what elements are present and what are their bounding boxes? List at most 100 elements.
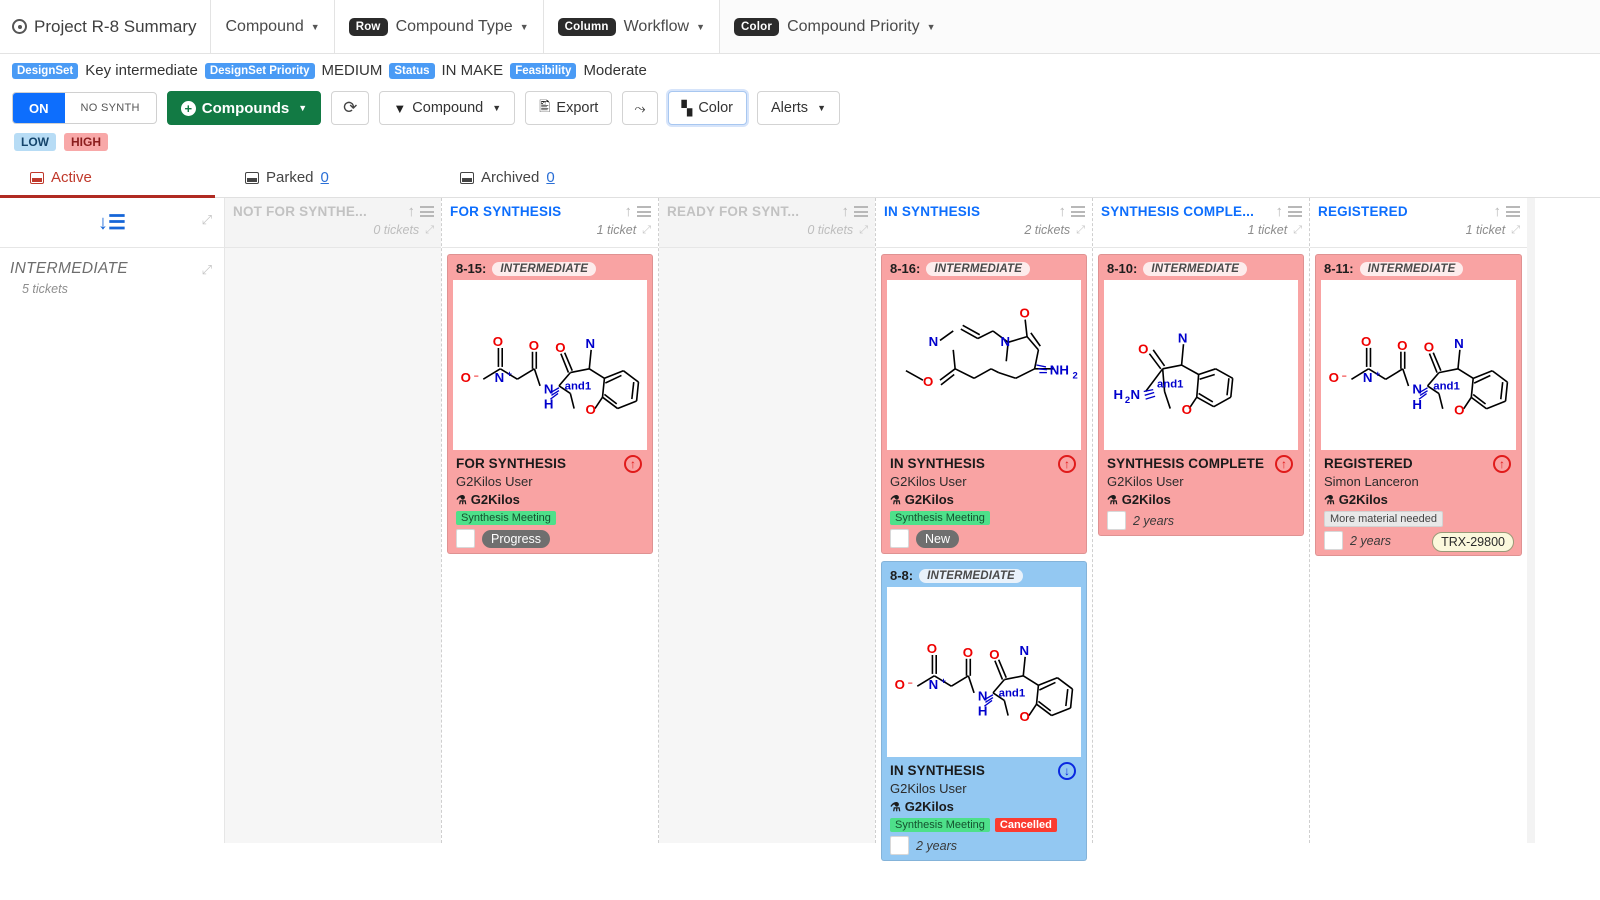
card-user: G2Kilos User bbox=[456, 474, 644, 489]
badge-new[interactable]: New bbox=[916, 530, 959, 548]
card-checkbox[interactable] bbox=[890, 529, 909, 548]
card-8-16[interactable]: 8-16: INTERMEDIATE bbox=[881, 254, 1087, 554]
priority-up-icon[interactable]: ↑ bbox=[1493, 455, 1511, 473]
filter-key-feasibility[interactable]: Feasibility bbox=[510, 63, 576, 79]
expand-icon[interactable]: ⤢ bbox=[202, 262, 212, 278]
filter-key-designset[interactable]: DesignSet bbox=[12, 63, 78, 79]
card-8-10[interactable]: 8-10: INTERMEDIATE bbox=[1098, 254, 1304, 536]
card-project-label: G2Kilos bbox=[471, 492, 520, 507]
compound-filter-button[interactable]: ▼ Compound ▼ bbox=[379, 91, 515, 125]
card-status: IN SYNTHESIS bbox=[890, 763, 1078, 778]
column-header[interactable]: IN SYNTHESIS ↑ 2 tickets ⤢ bbox=[876, 198, 1092, 248]
tab-archived[interactable]: Archived 0 bbox=[430, 161, 645, 198]
badge-synthesis-meeting[interactable]: Synthesis Meeting bbox=[890, 818, 990, 832]
molecule-svg: O O – N + O N H O N O an bbox=[453, 283, 647, 448]
svg-text:O: O bbox=[1361, 334, 1371, 349]
column-body[interactable]: 8-11: INTERMEDIATE bbox=[1310, 248, 1527, 843]
column-menu-icon[interactable] bbox=[1288, 204, 1302, 220]
expand-icon[interactable]: ⤢ bbox=[202, 212, 212, 228]
card-8-8[interactable]: 8-8: INTERMEDIATE bbox=[881, 561, 1087, 861]
column-menu-icon[interactable] bbox=[1506, 204, 1520, 220]
resize-icon[interactable]: ⤢ bbox=[642, 224, 651, 237]
legend-high[interactable]: HIGH bbox=[64, 133, 108, 151]
card-checkbox[interactable] bbox=[456, 529, 475, 548]
column-body[interactable]: 8-15: INTERMEDIATE bbox=[442, 248, 658, 843]
priority-up-icon[interactable]: ↑ bbox=[1058, 455, 1076, 473]
project-title-cell[interactable]: Project R-8 Summary bbox=[0, 0, 211, 53]
badge-more-material-needed[interactable]: More material needed bbox=[1324, 511, 1443, 527]
collapse-up-icon[interactable]: ↑ bbox=[408, 203, 416, 220]
collapse-up-icon[interactable]: ↑ bbox=[1494, 203, 1502, 220]
color-selector[interactable]: Color Compound Priority ▼ bbox=[720, 0, 949, 53]
svg-text:H: H bbox=[1412, 396, 1422, 411]
board-scrollbar[interactable] bbox=[1527, 198, 1535, 843]
column-menu-icon[interactable] bbox=[637, 204, 651, 220]
column-body[interactable] bbox=[225, 248, 441, 843]
resize-icon[interactable]: ⤢ bbox=[1293, 224, 1302, 237]
collapse-up-icon[interactable]: ↑ bbox=[1276, 203, 1284, 220]
column-menu-icon[interactable] bbox=[854, 204, 868, 220]
no-synth-toggle[interactable]: ON NO SYNTH bbox=[12, 92, 157, 124]
column-body[interactable] bbox=[659, 248, 875, 843]
collapse-up-icon[interactable]: ↑ bbox=[625, 203, 633, 220]
share-button[interactable]: ⤳ bbox=[622, 91, 657, 125]
priority-up-icon[interactable]: ↑ bbox=[1275, 455, 1293, 473]
target-icon bbox=[12, 19, 27, 34]
column-selector[interactable]: Column Workflow ▼ bbox=[544, 0, 720, 53]
svg-text:O: O bbox=[1019, 709, 1029, 724]
filter-value-status: IN MAKE bbox=[442, 62, 504, 79]
tab-parked-label: Parked bbox=[266, 169, 314, 186]
tab-parked-count[interactable]: 0 bbox=[321, 169, 329, 186]
card-checkbox[interactable] bbox=[1107, 511, 1126, 530]
column-header[interactable]: NOT FOR SYNTHE... ↑ 0 tickets ⤢ bbox=[225, 198, 441, 248]
column-header[interactable]: READY FOR SYNT... ↑ 0 tickets ⤢ bbox=[659, 198, 875, 248]
column-body[interactable]: 8-16: INTERMEDIATE bbox=[876, 248, 1092, 843]
resize-icon[interactable]: ⤢ bbox=[1076, 224, 1085, 237]
card-checkbox[interactable] bbox=[1324, 531, 1343, 550]
priority-down-icon[interactable]: ↓ bbox=[1058, 762, 1076, 780]
export-button[interactable]: 🖺 Export bbox=[525, 91, 612, 125]
add-compounds-button[interactable]: + Compounds ▼ bbox=[167, 91, 321, 125]
toggle-on-label[interactable]: ON bbox=[13, 93, 65, 123]
card-checkbox[interactable] bbox=[890, 836, 909, 855]
priority-up-icon[interactable]: ↑ bbox=[624, 455, 642, 473]
column-body[interactable]: 8-10: INTERMEDIATE bbox=[1093, 248, 1309, 843]
refresh-button[interactable]: ⟳ bbox=[331, 91, 369, 125]
filter-key-designset-priority[interactable]: DesignSet Priority bbox=[205, 63, 315, 79]
legend-low[interactable]: LOW bbox=[14, 133, 56, 151]
svg-text:NH: NH bbox=[1050, 362, 1069, 377]
card-8-11[interactable]: 8-11: INTERMEDIATE bbox=[1315, 254, 1522, 556]
filter-key-status[interactable]: Status bbox=[389, 63, 434, 79]
tab-archived-count[interactable]: 0 bbox=[546, 169, 554, 186]
molecule-svg: O O – N + O N H O N O an bbox=[1321, 283, 1516, 448]
card-8-15[interactable]: 8-15: INTERMEDIATE bbox=[447, 254, 653, 554]
resize-icon[interactable]: ⤢ bbox=[425, 224, 434, 237]
card-footer: SYNTHESIS COMPLETE G2Kilos User ⚗ G2Kilo… bbox=[1104, 450, 1298, 530]
tab-parked[interactable]: Parked 0 bbox=[215, 161, 430, 198]
color-button[interactable]: ▚ Color bbox=[668, 91, 747, 125]
card-footer: FOR SYNTHESIS G2Kilos User ⚗ G2Kilos Syn… bbox=[453, 450, 647, 548]
alerts-button[interactable]: Alerts ▼ bbox=[757, 91, 840, 125]
collapse-up-icon[interactable]: ↑ bbox=[842, 203, 850, 220]
column-menu-icon[interactable] bbox=[1071, 204, 1085, 220]
resize-icon[interactable]: ⤢ bbox=[859, 224, 868, 237]
svg-text:N: N bbox=[1412, 381, 1422, 396]
resize-icon[interactable]: ⤢ bbox=[1511, 224, 1520, 237]
column-menu-icon[interactable] bbox=[420, 204, 434, 220]
column-header[interactable]: REGISTERED ↑ 1 ticket ⤢ bbox=[1310, 198, 1527, 248]
entity-selector[interactable]: Compound ▼ bbox=[211, 0, 334, 53]
swimlane-sort-header[interactable]: ↓☰ ⤢ bbox=[0, 198, 224, 248]
tab-active[interactable]: Active bbox=[0, 161, 215, 198]
badge-cancelled[interactable]: Cancelled bbox=[995, 818, 1057, 832]
badge-progress[interactable]: Progress bbox=[482, 530, 550, 548]
collapse-up-icon[interactable]: ↑ bbox=[1059, 203, 1067, 220]
badge-trx-id[interactable]: TRX-29800 bbox=[1432, 532, 1514, 552]
badge-synthesis-meeting[interactable]: Synthesis Meeting bbox=[890, 511, 990, 525]
column-header[interactable]: FOR SYNTHESIS ↑ 1 ticket ⤢ bbox=[442, 198, 658, 248]
swimlane-header[interactable]: INTERMEDIATE 5 tickets ⤢ bbox=[0, 248, 224, 893]
badge-synthesis-meeting[interactable]: Synthesis Meeting bbox=[456, 511, 556, 525]
row-selector[interactable]: Row Compound Type ▼ bbox=[335, 0, 544, 53]
toggle-off-label[interactable]: NO SYNTH bbox=[65, 93, 156, 123]
column-header[interactable]: SYNTHESIS COMPLE... ↑ 1 ticket ⤢ bbox=[1093, 198, 1309, 248]
sort-descending-icon[interactable]: ↓☰ bbox=[98, 210, 126, 235]
